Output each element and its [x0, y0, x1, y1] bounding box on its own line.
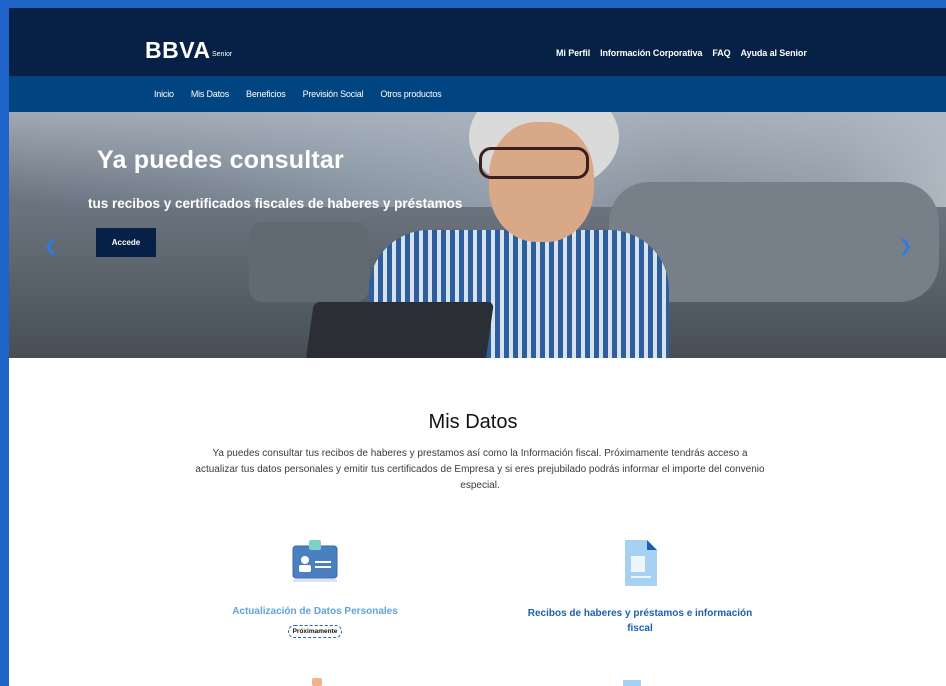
id-card-icon [292, 540, 338, 582]
subnav-inicio[interactable]: Inicio [154, 89, 174, 99]
hero-cushion [249, 222, 369, 302]
top-navigation: Mi Perfil Información Corporativa FAQ Ay… [556, 48, 817, 58]
card-title[interactable]: Actualización de Datos Personales [190, 606, 440, 617]
logo-subtitle: Senior [212, 51, 233, 58]
next-card-icon [312, 678, 322, 686]
document-icon [625, 540, 657, 586]
section-description: Ya puedes consultar tus recibos de haber… [195, 448, 765, 491]
hero-person-face [489, 122, 594, 242]
card-recibos[interactable]: Recibos de haberes y préstamos e informa… [520, 536, 760, 636]
card-datos-personales[interactable]: Actualización de Datos Personales Próxim… [190, 536, 440, 638]
hero-title: Ya puedes consultar [97, 146, 344, 174]
hero-laptop [304, 302, 494, 358]
hero-subtitle: tus recibos y certificados fiscales de h… [88, 196, 463, 211]
secondary-nav-bar: Inicio Mis Datos Beneficios Previsión So… [9, 76, 946, 112]
hero-person-glasses [479, 147, 589, 179]
nav-informacion-corporativa[interactable]: Información Corporativa [600, 48, 702, 58]
subnav-otros-productos[interactable]: Otros productos [380, 89, 441, 99]
carousel-next-icon[interactable]: ❯ [899, 236, 912, 256]
hero-banner: Ya puedes consultar tus recibos y certif… [9, 112, 946, 358]
carousel-prev-icon[interactable]: ❮ [44, 236, 57, 256]
proximamente-badge: Próximamente [287, 625, 343, 638]
bbva-logo[interactable]: BBVA [145, 37, 210, 64]
subnav-beneficios[interactable]: Beneficios [246, 89, 286, 99]
accede-button[interactable]: Accede [96, 228, 156, 257]
section-title: Mis Datos [428, 411, 518, 433]
next-card-icon [623, 680, 641, 686]
secondary-nav: Inicio Mis Datos Beneficios Previsión So… [154, 89, 458, 99]
card-title[interactable]: Recibos de haberes y préstamos e informa… [520, 606, 760, 636]
subnav-prevision-social[interactable]: Previsión Social [303, 89, 364, 99]
nav-ayuda-senior[interactable]: Ayuda al Senior [741, 48, 807, 58]
nav-mi-perfil[interactable]: Mi Perfil [556, 48, 590, 58]
nav-faq[interactable]: FAQ [712, 48, 730, 58]
subnav-mis-datos[interactable]: Mis Datos [191, 89, 229, 99]
